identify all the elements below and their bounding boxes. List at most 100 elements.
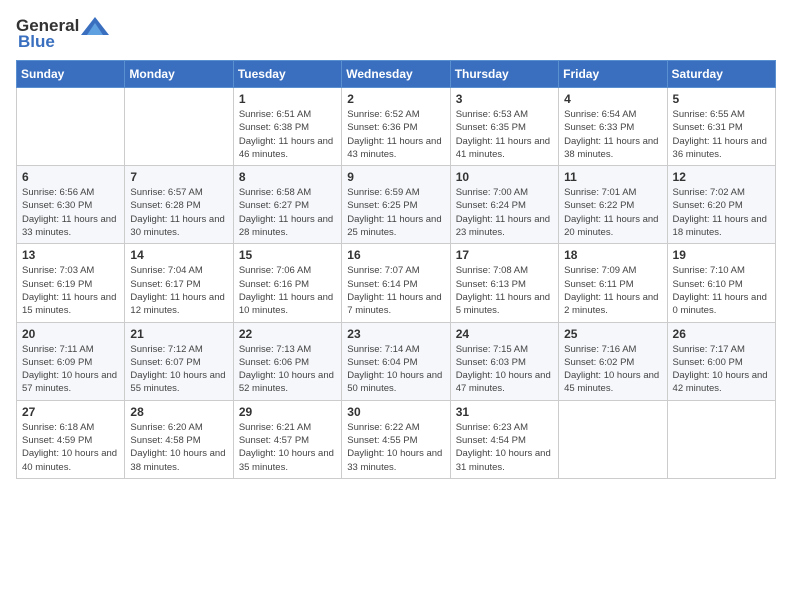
calendar-cell: 15 Sunrise: 7:06 AM Sunset: 6:16 PM Dayli… (233, 244, 341, 322)
day-number: 5 (673, 92, 770, 106)
calendar-cell: 8 Sunrise: 6:58 AM Sunset: 6:27 PM Daylig… (233, 166, 341, 244)
calendar-cell: 31 Sunrise: 6:23 AM Sunset: 4:54 PM Dayli… (450, 400, 558, 478)
calendar-cell (559, 400, 667, 478)
day-info: Sunrise: 7:01 AM Sunset: 6:22 PM Dayligh… (564, 186, 661, 239)
day-info: Sunrise: 7:12 AM Sunset: 6:07 PM Dayligh… (130, 343, 227, 396)
calendar-cell: 5 Sunrise: 6:55 AM Sunset: 6:31 PM Daylig… (667, 88, 775, 166)
day-number: 26 (673, 327, 770, 341)
day-number: 17 (456, 248, 553, 262)
day-number: 3 (456, 92, 553, 106)
day-info: Sunrise: 7:02 AM Sunset: 6:20 PM Dayligh… (673, 186, 770, 239)
day-info: Sunrise: 7:07 AM Sunset: 6:14 PM Dayligh… (347, 264, 444, 317)
day-number: 16 (347, 248, 444, 262)
calendar-cell: 27Sunrise: 6:18 AM Sunset: 4:59 PM Dayli… (17, 400, 125, 478)
day-info: Sunrise: 7:16 AM Sunset: 6:02 PM Dayligh… (564, 343, 661, 396)
day-header-monday: Monday (125, 61, 233, 88)
day-info: Sunrise: 6:51 AM Sunset: 6:38 PM Dayligh… (239, 108, 336, 161)
day-number: 1 (239, 92, 336, 106)
day-number: 15 (239, 248, 336, 262)
day-number: 25 (564, 327, 661, 341)
day-info: Sunrise: 6:58 AM Sunset: 6:27 PM Dayligh… (239, 186, 336, 239)
day-number: 12 (673, 170, 770, 184)
page-header: General Blue (16, 16, 776, 52)
day-header-friday: Friday (559, 61, 667, 88)
day-number: 2 (347, 92, 444, 106)
day-number: 6 (22, 170, 119, 184)
calendar-cell: 25 Sunrise: 7:16 AM Sunset: 6:02 PM Dayli… (559, 322, 667, 400)
day-info: Sunrise: 7:17 AM Sunset: 6:00 PM Dayligh… (673, 343, 770, 396)
calendar-cell: 11 Sunrise: 7:01 AM Sunset: 6:22 PM Dayli… (559, 166, 667, 244)
day-header-saturday: Saturday (667, 61, 775, 88)
day-info: Sunrise: 6:52 AM Sunset: 6:36 PM Dayligh… (347, 108, 444, 161)
calendar-cell: 19 Sunrise: 7:10 AM Sunset: 6:10 PM Dayli… (667, 244, 775, 322)
day-number: 21 (130, 327, 227, 341)
day-info: Sunrise: 7:13 AM Sunset: 6:06 PM Dayligh… (239, 343, 336, 396)
day-number: 14 (130, 248, 227, 262)
day-info: Sunrise: 6:54 AM Sunset: 6:33 PM Dayligh… (564, 108, 661, 161)
day-header-tuesday: Tuesday (233, 61, 341, 88)
calendar-cell: 26 Sunrise: 7:17 AM Sunset: 6:00 PM Dayli… (667, 322, 775, 400)
calendar-cell (17, 88, 125, 166)
day-number: 4 (564, 92, 661, 106)
calendar-cell: 12 Sunrise: 7:02 AM Sunset: 6:20 PM Dayli… (667, 166, 775, 244)
day-number: 13 (22, 248, 119, 262)
calendar-cell: 20Sunrise: 7:11 AM Sunset: 6:09 PM Dayli… (17, 322, 125, 400)
day-info: Sunrise: 6:21 AM Sunset: 4:57 PM Dayligh… (239, 421, 336, 474)
calendar-cell: 14 Sunrise: 7:04 AM Sunset: 6:17 PM Dayli… (125, 244, 233, 322)
day-info: Sunrise: 6:59 AM Sunset: 6:25 PM Dayligh… (347, 186, 444, 239)
calendar-cell (125, 88, 233, 166)
day-info: Sunrise: 6:20 AM Sunset: 4:58 PM Dayligh… (130, 421, 227, 474)
day-info: Sunrise: 6:53 AM Sunset: 6:35 PM Dayligh… (456, 108, 553, 161)
calendar-cell: 1 Sunrise: 6:51 AM Sunset: 6:38 PM Daylig… (233, 88, 341, 166)
day-number: 9 (347, 170, 444, 184)
calendar-header-row: SundayMondayTuesdayWednesdayThursdayFrid… (17, 61, 776, 88)
calendar-cell: 13 Sunrise: 7:03 AM Sunset: 6:19 PM Dayli… (17, 244, 125, 322)
day-info: Sunrise: 7:03 AM Sunset: 6:19 PM Dayligh… (22, 264, 119, 317)
calendar-cell: 10 Sunrise: 7:00 AM Sunset: 6:24 PM Dayli… (450, 166, 558, 244)
calendar-cell: 30 Sunrise: 6:22 AM Sunset: 4:55 PM Dayli… (342, 400, 450, 478)
logo-icon (81, 17, 109, 35)
calendar-cell: 28 Sunrise: 6:20 AM Sunset: 4:58 PM Dayli… (125, 400, 233, 478)
day-header-thursday: Thursday (450, 61, 558, 88)
day-info: Sunrise: 7:14 AM Sunset: 6:04 PM Dayligh… (347, 343, 444, 396)
day-number: 24 (456, 327, 553, 341)
day-number: 11 (564, 170, 661, 184)
day-number: 22 (239, 327, 336, 341)
day-number: 7 (130, 170, 227, 184)
day-info: Sunrise: 6:22 AM Sunset: 4:55 PM Dayligh… (347, 421, 444, 474)
day-number: 31 (456, 405, 553, 419)
day-info: Sunrise: 7:00 AM Sunset: 6:24 PM Dayligh… (456, 186, 553, 239)
day-number: 30 (347, 405, 444, 419)
calendar-cell: 2 Sunrise: 6:52 AM Sunset: 6:36 PM Daylig… (342, 88, 450, 166)
calendar-cell (667, 400, 775, 478)
day-info: Sunrise: 7:15 AM Sunset: 6:03 PM Dayligh… (456, 343, 553, 396)
calendar-cell: 7 Sunrise: 6:57 AM Sunset: 6:28 PM Daylig… (125, 166, 233, 244)
day-info: Sunrise: 6:55 AM Sunset: 6:31 PM Dayligh… (673, 108, 770, 161)
day-info: Sunrise: 6:57 AM Sunset: 6:28 PM Dayligh… (130, 186, 227, 239)
day-number: 20 (22, 327, 119, 341)
day-info: Sunrise: 6:23 AM Sunset: 4:54 PM Dayligh… (456, 421, 553, 474)
day-info: Sunrise: 7:10 AM Sunset: 6:10 PM Dayligh… (673, 264, 770, 317)
calendar-cell: 23 Sunrise: 7:14 AM Sunset: 6:04 PM Dayli… (342, 322, 450, 400)
day-number: 8 (239, 170, 336, 184)
day-number: 19 (673, 248, 770, 262)
calendar-table: SundayMondayTuesdayWednesdayThursdayFrid… (16, 60, 776, 479)
day-info: Sunrise: 7:09 AM Sunset: 6:11 PM Dayligh… (564, 264, 661, 317)
calendar-week-row: 13 Sunrise: 7:03 AM Sunset: 6:19 PM Dayli… (17, 244, 776, 322)
calendar-week-row: 27Sunrise: 6:18 AM Sunset: 4:59 PM Dayli… (17, 400, 776, 478)
day-info: Sunrise: 7:06 AM Sunset: 6:16 PM Dayligh… (239, 264, 336, 317)
calendar-cell: 6 Sunrise: 6:56 AM Sunset: 6:30 PM Daylig… (17, 166, 125, 244)
day-number: 28 (130, 405, 227, 419)
day-number: 23 (347, 327, 444, 341)
logo: General Blue (16, 16, 109, 52)
day-info: Sunrise: 6:18 AM Sunset: 4:59 PM Dayligh… (22, 421, 119, 474)
calendar-week-row: 20Sunrise: 7:11 AM Sunset: 6:09 PM Dayli… (17, 322, 776, 400)
calendar-cell: 21 Sunrise: 7:12 AM Sunset: 6:07 PM Dayli… (125, 322, 233, 400)
calendar-cell: 3 Sunrise: 6:53 AM Sunset: 6:35 PM Daylig… (450, 88, 558, 166)
calendar-week-row: 6 Sunrise: 6:56 AM Sunset: 6:30 PM Daylig… (17, 166, 776, 244)
day-info: Sunrise: 7:04 AM Sunset: 6:17 PM Dayligh… (130, 264, 227, 317)
day-number: 10 (456, 170, 553, 184)
day-info: Sunrise: 6:56 AM Sunset: 6:30 PM Dayligh… (22, 186, 119, 239)
calendar-cell: 29Sunrise: 6:21 AM Sunset: 4:57 PM Dayli… (233, 400, 341, 478)
day-number: 18 (564, 248, 661, 262)
